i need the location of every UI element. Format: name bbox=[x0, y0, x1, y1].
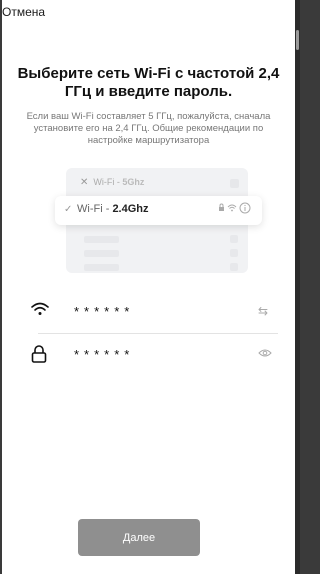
illustration-placeholder bbox=[84, 250, 119, 257]
network-status-icons bbox=[218, 202, 252, 216]
cancel-button[interactable]: Отмена bbox=[2, 5, 45, 19]
illustration-placeholder bbox=[230, 263, 238, 271]
password-field[interactable]: ****** bbox=[74, 347, 134, 362]
illustration-placeholder bbox=[84, 236, 119, 243]
page-title: Выберите сеть Wi-Fi с частотой 2,4 ГГц и… bbox=[17, 65, 280, 100]
network-name-field[interactable]: ****** bbox=[74, 304, 134, 319]
illustration-placeholder bbox=[230, 235, 238, 243]
eye-icon[interactable] bbox=[258, 347, 272, 361]
illustration-placeholder bbox=[230, 179, 239, 188]
lock-icon bbox=[30, 345, 50, 365]
next-button[interactable]: Далее bbox=[78, 519, 200, 556]
lock-wifi-info-icons bbox=[219, 202, 251, 214]
instructions-text: Если ваш Wi-Fi составляет 5 ГГц, пожалуй… bbox=[26, 111, 271, 146]
illustration-row-24ghz: ✓ Wi-Fi - 2.4Ghz bbox=[55, 196, 262, 225]
illustration-placeholder bbox=[84, 264, 119, 271]
checkmark-icon: ✓ bbox=[64, 204, 73, 215]
divider bbox=[38, 333, 278, 334]
wifi-icon bbox=[30, 301, 50, 321]
illustration-placeholder bbox=[230, 249, 238, 257]
swap-icon[interactable]: ⇆ bbox=[258, 304, 268, 318]
illustration-row-5ghz: ✕ Wi-Fi - 5Ghz bbox=[80, 177, 145, 188]
wifi-setup-screen: Отмена Выберите сеть Wi-Fi с частотой 2,… bbox=[2, 0, 295, 574]
cross-icon: ✕ bbox=[80, 177, 89, 188]
scrollbar-thumb[interactable] bbox=[296, 30, 299, 50]
scrollbar[interactable] bbox=[295, 0, 300, 574]
